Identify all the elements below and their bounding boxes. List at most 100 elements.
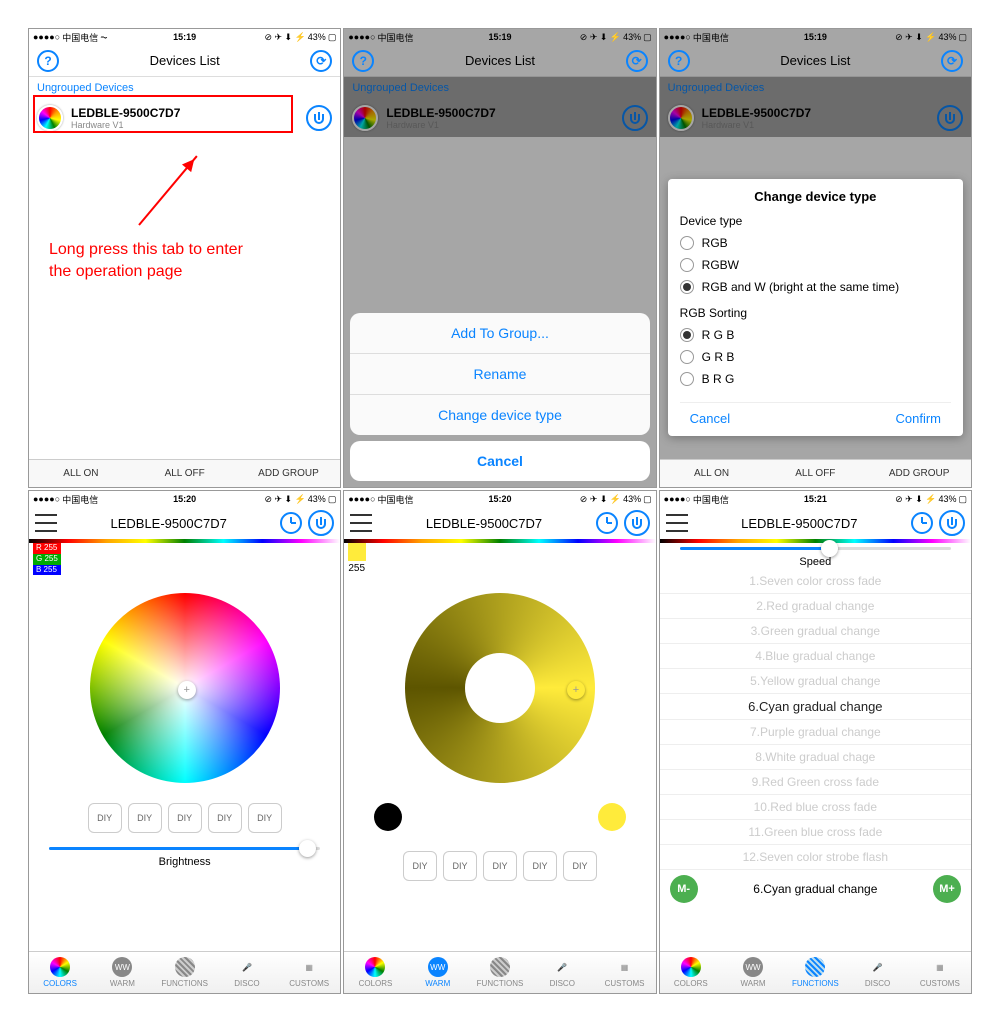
change-type-modal: Change device type Device type RGB RGBW …	[668, 179, 963, 436]
diy-2[interactable]: DIY	[128, 803, 162, 833]
tab-customs[interactable]: ▦CUSTOMS	[909, 952, 971, 993]
action-cancel[interactable]: Cancel	[350, 441, 649, 481]
power-button[interactable]	[939, 510, 965, 536]
speed-slider[interactable]	[680, 547, 951, 550]
panel-devices-modal: ●●●●○ 中国电信15:19⊘ ✈ ⬇ ⚡ 43%▢ ?Devices Lis…	[659, 28, 972, 488]
tab-warm[interactable]: WWWARM	[407, 952, 469, 993]
modal-cancel[interactable]: Cancel	[680, 411, 740, 426]
swatch-black[interactable]	[374, 803, 402, 831]
radio-rgbw[interactable]: RGBW	[680, 254, 951, 276]
function-item[interactable]: 12.Seven color strobe flash	[660, 845, 971, 870]
all-off-button[interactable]: ALL OFF	[133, 460, 237, 487]
tab-bar: COLORS WWWARM FUNCTIONS 🎤DISCO ▦CUSTOMS	[29, 951, 340, 993]
tab-disco[interactable]: 🎤DISCO	[216, 952, 278, 993]
timer-button[interactable]	[280, 512, 302, 534]
tab-warm[interactable]: WWWARM	[91, 952, 153, 993]
grid-icon: ▦	[299, 957, 319, 977]
swatch-value: 255	[348, 563, 365, 574]
color-band	[29, 539, 340, 543]
refresh-icon: ⟳	[310, 50, 332, 72]
brightness-label: Brightness	[29, 856, 340, 868]
swatch-yellow[interactable]	[598, 803, 626, 831]
mic-icon: 🎤	[237, 957, 257, 977]
device-row[interactable]: LEDBLE-9500C7D7 Hardware V1	[29, 99, 340, 137]
diy-presets: DIY DIY DIY DIY DIY	[29, 803, 340, 833]
tab-colors[interactable]: COLORS	[660, 952, 722, 993]
device-sub: Hardware V1	[71, 120, 306, 130]
timer-button[interactable]	[911, 512, 933, 534]
page-title: Devices List	[61, 53, 308, 68]
diy-3[interactable]: DIY	[168, 803, 202, 833]
radio-rgb[interactable]: RGB	[680, 232, 951, 254]
speed-label: Speed	[660, 556, 971, 568]
tab-customs[interactable]: ▦CUSTOMS	[593, 952, 655, 993]
function-item[interactable]: 2.Red gradual change	[660, 594, 971, 619]
diy-5[interactable]: DIY	[248, 803, 282, 833]
action-rename[interactable]: Rename	[350, 354, 649, 395]
diy-1[interactable]: DIY	[88, 803, 122, 833]
action-sheet: Add To Group... Rename Change device typ…	[350, 313, 649, 481]
function-item[interactable]: 8.White gradual chage	[660, 745, 971, 770]
status-bar: ●●●●○ 中国电信 ⏦ 15:19 ⊘ ✈ ⬇ ⚡ 43%▢	[29, 29, 340, 45]
modal-confirm[interactable]: Confirm	[885, 411, 951, 426]
tab-functions[interactable]: FUNCTIONS	[784, 952, 846, 993]
annotation-text: Long press this tab to enter the operati…	[49, 239, 243, 284]
menu-button[interactable]	[666, 514, 688, 532]
section-header: Ungrouped Devices	[29, 77, 340, 99]
function-item[interactable]: 9.Red Green cross fade	[660, 770, 971, 795]
next-mode-button[interactable]: M+	[933, 875, 961, 903]
radio-sort-brg[interactable]: B R G	[680, 368, 951, 390]
action-change-type[interactable]: Change device type	[350, 395, 649, 435]
menu-button[interactable]	[35, 514, 57, 532]
modal-title: Change device type	[680, 189, 951, 204]
refresh-button[interactable]: ⟳	[308, 48, 334, 74]
bottom-bar: ALL ON ALL OFF ADD GROUP	[29, 459, 340, 487]
tab-customs[interactable]: ▦CUSTOMS	[278, 952, 340, 993]
brightness-slider[interactable]	[49, 847, 320, 850]
add-group-button[interactable]: ADD GROUP	[237, 460, 341, 487]
power-button[interactable]	[306, 105, 332, 131]
device-title: LEDBLE-9500C7D7	[57, 516, 280, 531]
color-picker-handle[interactable]: +	[178, 681, 196, 699]
tab-disco[interactable]: 🎤DISCO	[846, 952, 908, 993]
radio-rgb-and-w[interactable]: RGB and W (bright at the same time)	[680, 276, 951, 298]
function-item[interactable]: 6.Cyan gradual change	[660, 694, 971, 720]
navbar: ? Devices List ⟳	[29, 45, 340, 77]
rgb-sorting-label: RGB Sorting	[680, 306, 951, 320]
power-button[interactable]	[624, 510, 650, 536]
tab-warm[interactable]: WWWARM	[722, 952, 784, 993]
function-item[interactable]: 10.Red blue cross fade	[660, 795, 971, 820]
rgb-readout: R 255 G 255 B 255	[33, 543, 61, 575]
panel-warm: ●●●●○ 中国电信15:20⊘ ✈ ⬇ ⚡ 43%▢ LEDBLE-9500C…	[343, 490, 656, 994]
action-add-to-group[interactable]: Add To Group...	[350, 313, 649, 354]
diy-4[interactable]: DIY	[208, 803, 242, 833]
function-item[interactable]: 7.Purple gradual change	[660, 720, 971, 745]
warm-picker-handle[interactable]: +	[567, 681, 585, 699]
radio-sort-rgb[interactable]: R G B	[680, 324, 951, 346]
tab-colors[interactable]: COLORS	[344, 952, 406, 993]
tab-functions[interactable]: FUNCTIONS	[154, 952, 216, 993]
function-item[interactable]: 11.Green blue cross fade	[660, 820, 971, 845]
prev-mode-button[interactable]: M-	[670, 875, 698, 903]
radio-sort-grb[interactable]: G R B	[680, 346, 951, 368]
warm-wheel[interactable]: +	[405, 593, 595, 783]
tab-disco[interactable]: 🎤DISCO	[531, 952, 593, 993]
tab-colors[interactable]: COLORS	[29, 952, 91, 993]
current-function: 6.Cyan gradual change	[753, 882, 877, 896]
timer-button[interactable]	[596, 512, 618, 534]
device-color-icon	[37, 105, 63, 131]
function-item[interactable]: 3.Green gradual change	[660, 619, 971, 644]
function-list[interactable]: 1.Seven color cross fade2.Red gradual ch…	[660, 569, 971, 873]
tab-functions[interactable]: FUNCTIONS	[469, 952, 531, 993]
device-name: LEDBLE-9500C7D7	[71, 106, 306, 120]
color-wheel[interactable]: +	[90, 593, 280, 783]
function-item[interactable]: 1.Seven color cross fade	[660, 569, 971, 594]
current-swatch	[348, 543, 366, 561]
panel-devices-main: ●●●●○ 中国电信 ⏦ 15:19 ⊘ ✈ ⬇ ⚡ 43%▢ ? Device…	[28, 28, 341, 488]
help-button[interactable]: ?	[35, 48, 61, 74]
function-item[interactable]: 4.Blue gradual change	[660, 644, 971, 669]
function-item[interactable]: 5.Yellow gradual change	[660, 669, 971, 694]
power-button[interactable]	[308, 510, 334, 536]
menu-button[interactable]	[350, 514, 372, 532]
all-on-button[interactable]: ALL ON	[29, 460, 133, 487]
